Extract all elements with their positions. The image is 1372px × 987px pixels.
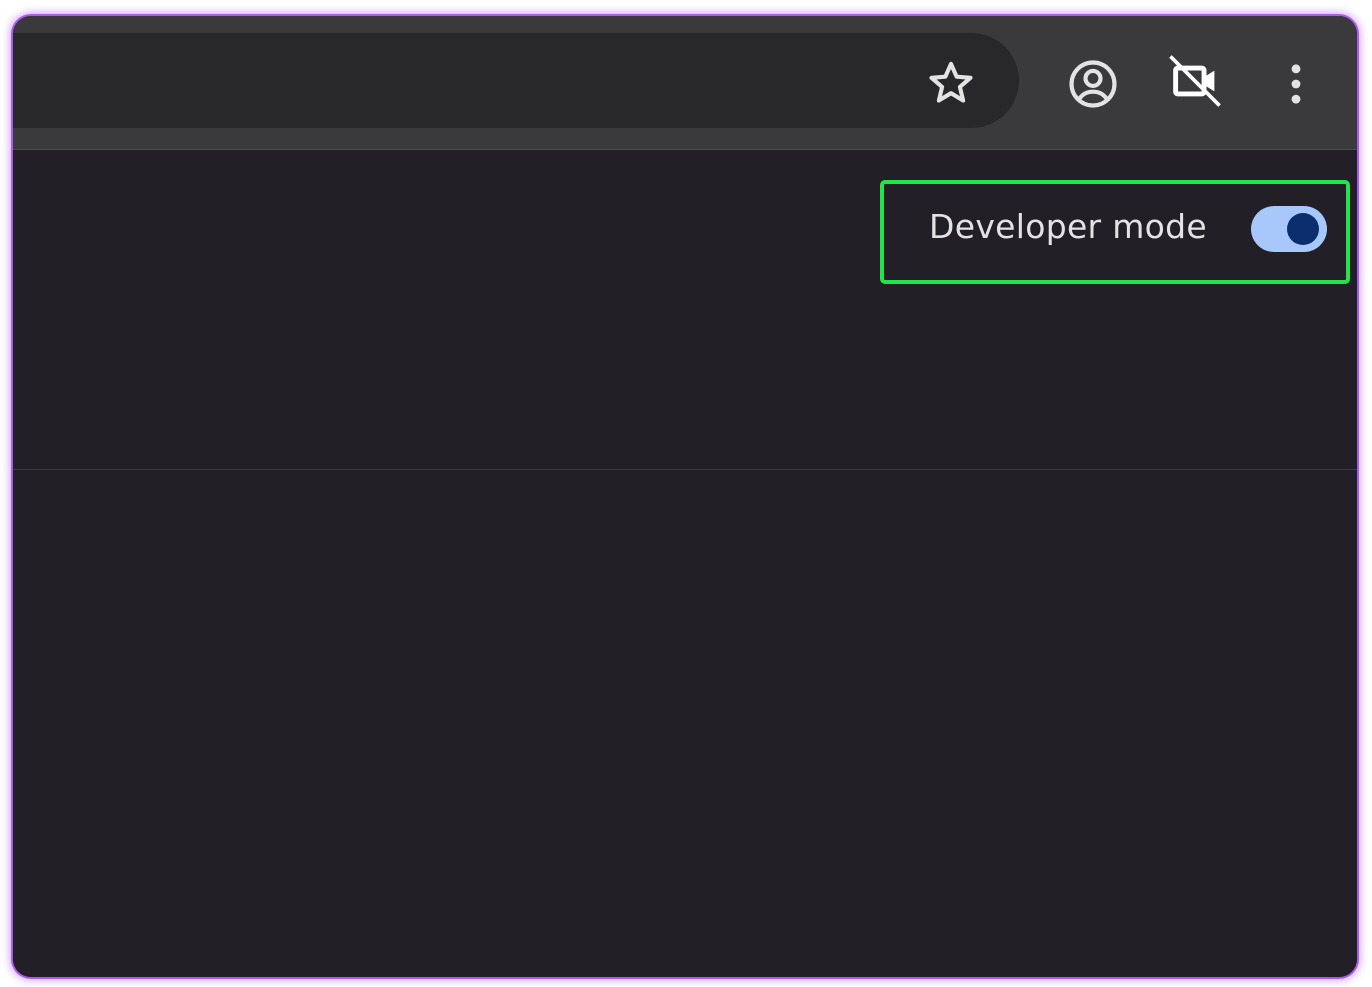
address-bar[interactable] — [13, 33, 1019, 128]
browser-toolbar — [13, 16, 1357, 150]
developer-mode-toggle[interactable] — [1251, 206, 1327, 252]
account-circle-icon[interactable] — [1065, 56, 1121, 112]
section-divider — [13, 469, 1357, 470]
developer-mode-label: Developer mode — [929, 207, 1207, 246]
toggle-knob — [1287, 213, 1319, 245]
extensions-page: Developer mode — [13, 150, 1357, 977]
more-vert-icon[interactable] — [1274, 56, 1318, 112]
browser-window: Developer mode — [13, 16, 1357, 977]
star-icon[interactable] — [925, 57, 977, 109]
camera-off-icon[interactable] — [1164, 50, 1226, 112]
